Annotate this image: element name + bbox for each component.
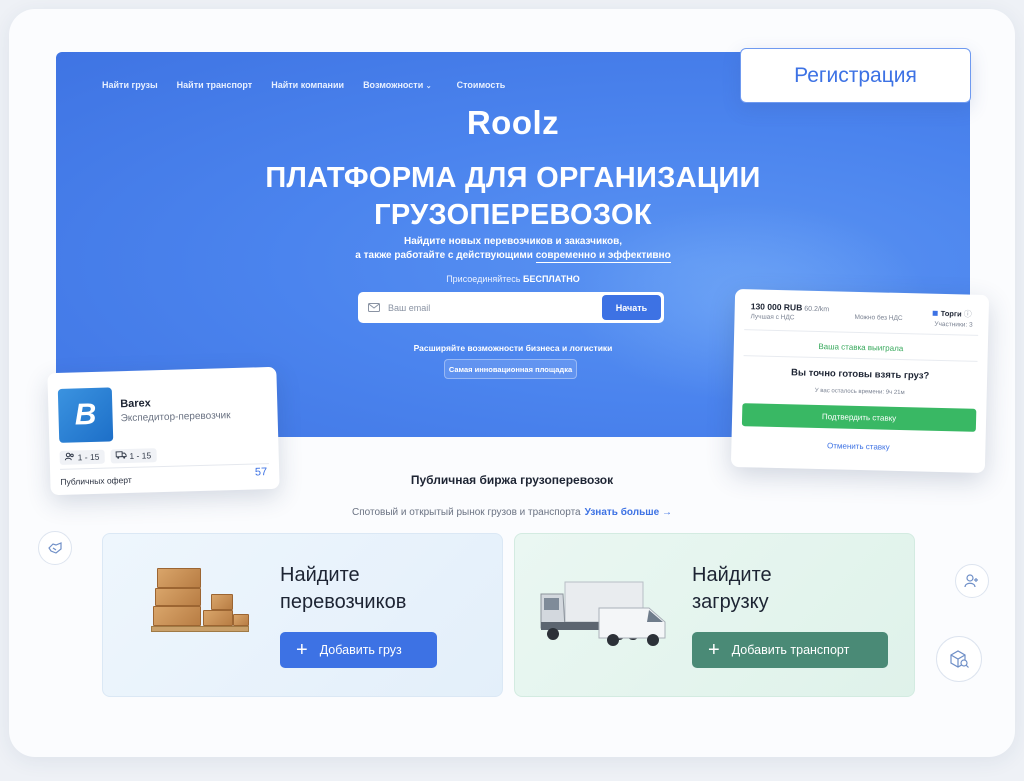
truck-icon xyxy=(115,451,127,461)
find-carriers-line-2: перевозчиков xyxy=(280,591,407,613)
package-search-icon xyxy=(936,636,982,682)
exchange-title: Публичная биржа грузоперевозок xyxy=(410,473,614,487)
add-cargo-label: Добавить груз xyxy=(319,643,402,657)
auction-marker xyxy=(932,310,938,316)
auction-text: Торги xyxy=(940,308,962,319)
nav-features-label: Возможности xyxy=(363,80,424,90)
join-prefix: Присоединяйтесь xyxy=(446,274,523,284)
add-user-icon xyxy=(955,564,989,598)
employees-tag: 1 - 15 xyxy=(59,449,105,465)
cancel-bid-link[interactable]: Отменить ставку xyxy=(731,439,985,454)
company-role: Экспедитор-перевозчик xyxy=(120,410,231,425)
headline-line-1: ПЛАТФОРМА ДЛЯ ОРГАНИЗАЦИИ xyxy=(265,162,761,194)
hero-subtitle: Найдите новых перевозчиков и заказчиков,… xyxy=(56,235,970,263)
find-cargo-title: Найдите загрузку xyxy=(692,562,772,616)
join-text: Присоединяйтесь БЕСПЛАТНО xyxy=(56,274,970,284)
info-icon[interactable]: ⓘ xyxy=(964,310,972,319)
top-nav: Найти грузы Найти транспорт Найти компан… xyxy=(102,80,505,90)
users-icon xyxy=(64,452,75,462)
hero-headline: ПЛАТФОРМА ДЛЯ ОРГАНИЗАЦИИ ГРУЗОПЕРЕВОЗОК xyxy=(56,160,970,234)
add-transport-label: Добавить транспорт xyxy=(731,643,850,657)
price-rate: 60.2/km xyxy=(804,305,830,314)
bid-card: 130 000 RUB 60.2/km Лучшая с НДС Можно бе… xyxy=(730,288,990,474)
add-cargo-button[interactable]: + Добавить груз xyxy=(280,632,437,668)
exchange-subtitle-text: Спотовый и открытый рынок грузов и транс… xyxy=(352,507,581,518)
bid-won-status: Ваша ставка выиграла xyxy=(818,341,904,354)
exchange-subtitle: Спотовый и открытый рынок грузов и транс… xyxy=(0,507,1024,518)
start-button[interactable]: Начать xyxy=(602,295,661,320)
trucks-tag: 1 - 15 xyxy=(110,448,157,464)
nav-find-cargo[interactable]: Найти грузы xyxy=(102,80,158,90)
bid-price: 130 000 RUB 60.2/km xyxy=(751,301,830,313)
confirm-question: Вы точно готовы взять груз? xyxy=(790,367,930,382)
best-label: Лучшая с НДС xyxy=(750,313,795,322)
boxes-illustration xyxy=(151,568,251,648)
find-carriers-card: Найдите перевозчиков + Добавить груз xyxy=(102,533,503,697)
email-input[interactable]: Ваш email xyxy=(388,303,602,313)
chevron-down-icon: ⌄ xyxy=(425,83,432,90)
join-free: БЕСПЛАТНО xyxy=(522,274,580,284)
email-form: Ваш email Начать xyxy=(358,292,664,323)
nav-find-transport[interactable]: Найти транспорт xyxy=(177,80,253,90)
add-transport-button[interactable]: + Добавить транспорт xyxy=(692,632,888,668)
company-name: Barex xyxy=(120,397,151,411)
innovative-badge: Самая инновационная площадка xyxy=(444,359,577,379)
nav-pricing[interactable]: Стоимость xyxy=(457,80,506,90)
find-carriers-title: Найдите перевозчиков xyxy=(280,562,406,616)
find-carriers-line-1: Найдите xyxy=(280,564,360,586)
nav-find-companies[interactable]: Найти компании xyxy=(271,80,344,90)
nds-label: Можно без НДС xyxy=(854,313,903,323)
find-cargo-card: Найдите загрузку + Добавить транспорт xyxy=(514,533,915,697)
trucks-range: 1 - 15 xyxy=(129,450,152,461)
nav-features[interactable]: Возможности ⌄ xyxy=(363,80,432,90)
learn-more-link[interactable]: Узнать больше → xyxy=(585,507,672,518)
find-cargo-line-2: загрузку xyxy=(692,591,769,613)
trucks-illustration xyxy=(540,581,666,646)
confirm-bid-button[interactable]: Подтвердить ставку xyxy=(741,403,977,432)
participants-count: Участники: 3 xyxy=(934,320,973,329)
subtitle-line-2: а также работайте с действующими совреме… xyxy=(56,249,970,263)
headline-line-2: ГРУЗОПЕРЕВОЗОК xyxy=(374,199,652,231)
mail-icon xyxy=(368,299,380,317)
auction-label: Торги ⓘ xyxy=(932,308,972,320)
plus-icon: + xyxy=(708,639,720,661)
subtitle-line-1: Найдите новых перевозчиков и заказчиков, xyxy=(403,236,623,247)
brand-logo[interactable]: Roolz xyxy=(56,104,970,142)
company-logo: B xyxy=(57,387,114,443)
divider xyxy=(60,463,269,470)
subtitle-line-2-prefix: а также работайте с действующими xyxy=(355,250,536,261)
plus-icon: + xyxy=(296,639,308,661)
register-button[interactable]: Регистрация xyxy=(740,48,971,103)
employees-range: 1 - 15 xyxy=(77,451,100,463)
handshake-icon xyxy=(38,531,72,565)
company-tags: 1 - 15 1 - 15 xyxy=(59,448,157,465)
divider xyxy=(743,355,978,362)
find-cargo-line-1: Найдите xyxy=(692,564,772,586)
time-left: У вас осталось времени: 9ч 21м xyxy=(814,387,905,397)
price-value: 130 000 RUB xyxy=(750,301,803,313)
divider xyxy=(744,329,979,336)
subtitle-emphasis: современно и эффективно xyxy=(535,250,671,263)
